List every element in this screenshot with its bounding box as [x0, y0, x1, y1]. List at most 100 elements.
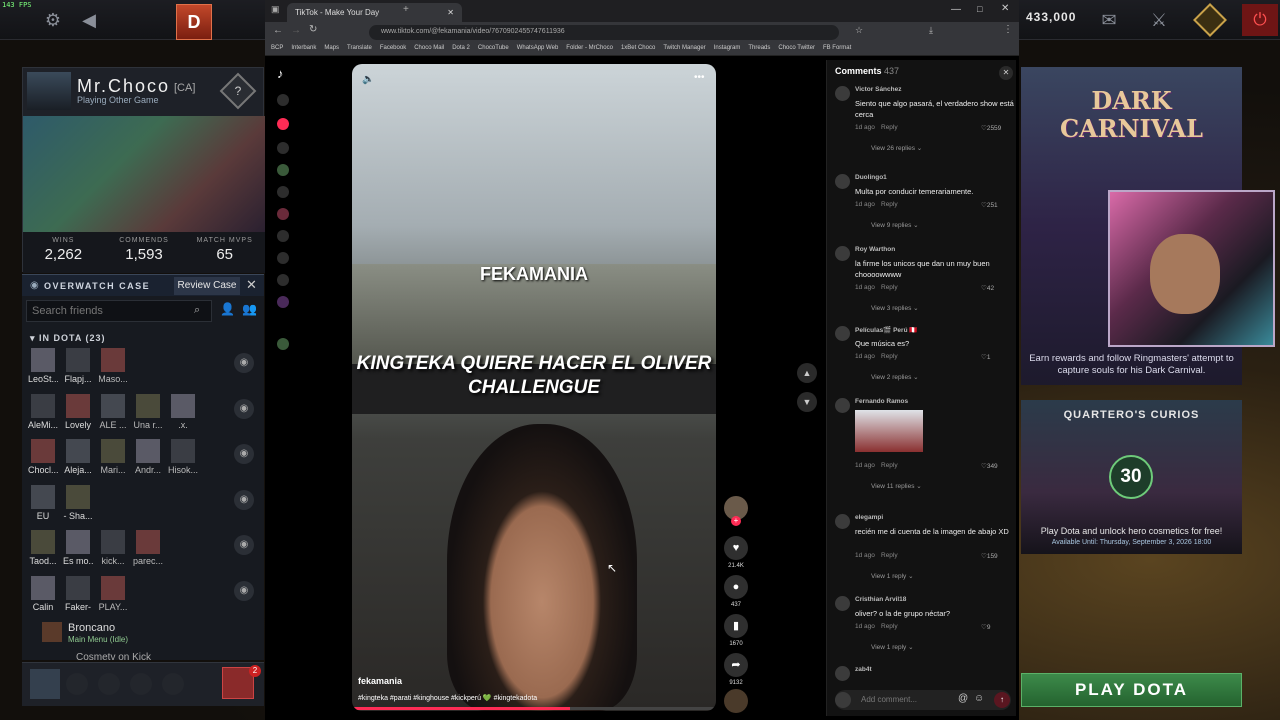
bookmark-item[interactable]: ChocoTube: [478, 45, 509, 51]
settings-gear-icon[interactable]: ⚙: [40, 7, 66, 33]
party-slot[interactable]: [130, 673, 152, 695]
heart-icon[interactable]: ♥: [724, 536, 748, 560]
play-dota-button[interactable]: PLAY DOTA: [1021, 673, 1242, 707]
comment-like-count[interactable]: ♡251: [981, 201, 998, 209]
eye-icon[interactable]: ◉: [234, 580, 254, 601]
bookmark-item[interactable]: Threads: [748, 45, 770, 51]
save-button[interactable]: ▮ 1670: [721, 614, 751, 647]
avatar[interactable]: [835, 246, 850, 261]
friend-cell[interactable]: Chocl...: [28, 439, 58, 475]
mail-icon[interactable]: ✉: [1096, 7, 1122, 33]
comment-like-count[interactable]: ♡42: [981, 284, 994, 292]
share-icon[interactable]: ➦: [724, 653, 748, 677]
friend-cell[interactable]: PLAY...: [98, 575, 128, 612]
friend-cell[interactable]: - Sha...: [63, 484, 93, 521]
friends-icon[interactable]: [277, 186, 289, 198]
video-username[interactable]: fekamania: [358, 676, 402, 686]
explore-icon[interactable]: [277, 142, 289, 154]
friend-cell[interactable]: LeoSt...: [28, 348, 58, 384]
friend-cell[interactable]: kick...: [98, 530, 128, 566]
add-friend-icon[interactable]: 👤: [220, 302, 235, 316]
search-icon[interactable]: [277, 94, 289, 106]
friend-cell[interactable]: .x.: [168, 393, 198, 430]
music-disc-icon[interactable]: [724, 689, 748, 713]
tab-menu-icon[interactable]: ▣: [271, 4, 280, 15]
star-icon[interactable]: ☆: [855, 25, 863, 36]
party-slot[interactable]: [162, 673, 184, 695]
live-icon[interactable]: [277, 208, 289, 220]
reload-icon[interactable]: ↻: [309, 24, 317, 35]
creator-avatar[interactable]: +: [721, 496, 751, 526]
close-icon[interactable]: ✕: [246, 277, 257, 293]
bookmark-item[interactable]: Instagram: [714, 45, 741, 51]
upload-icon[interactable]: [277, 274, 289, 286]
party-slot[interactable]: [98, 673, 120, 695]
add-comment-input[interactable]: Add comment...: [835, 690, 1011, 710]
bookmark-item[interactable]: Translate: [347, 45, 372, 51]
reply-button[interactable]: Reply: [881, 353, 898, 360]
friend-cell[interactable]: parec...: [133, 530, 163, 566]
reply-button[interactable]: Reply: [881, 124, 898, 131]
bookmark-item[interactable]: Twitch Manager: [663, 45, 705, 51]
eye-icon[interactable]: ◉: [234, 353, 254, 373]
friend-cell[interactable]: Andr...: [133, 439, 163, 475]
bookmark-item[interactable]: WhatsApp Web: [517, 45, 559, 51]
friend-cell[interactable]: Faker-: [63, 575, 93, 612]
view-replies-button[interactable]: View 3 replies ⌄: [871, 304, 919, 312]
new-tab-icon[interactable]: +: [403, 4, 409, 15]
bookmark-item[interactable]: Facebook: [380, 45, 406, 51]
reply-button[interactable]: Reply: [881, 462, 898, 469]
forward-icon[interactable]: →: [291, 25, 301, 36]
friend-cell[interactable]: Aleja...: [63, 439, 93, 475]
friend-cell[interactable]: Maso...: [98, 348, 128, 384]
rank-medal-icon[interactable]: ?: [219, 72, 257, 110]
mention-icon[interactable]: @: [958, 693, 968, 704]
reply-button[interactable]: Reply: [881, 623, 898, 630]
activity-icon[interactable]: [277, 252, 289, 264]
reply-button[interactable]: Reply: [881, 552, 898, 559]
avatar[interactable]: [835, 398, 850, 413]
review-case-button[interactable]: Review Case: [174, 277, 240, 295]
comment-user[interactable]: Victor Sánchez: [855, 86, 901, 93]
close-icon[interactable]: ✕: [999, 66, 1013, 80]
search-icon[interactable]: ⌕: [194, 304, 200, 317]
friend-cell[interactable]: AleMi...: [28, 393, 58, 430]
comment-user[interactable]: Cristhian Arvil18: [855, 596, 906, 603]
comment-button[interactable]: ● 437: [721, 575, 751, 608]
bookmark-item[interactable]: Choco Mail: [414, 45, 444, 51]
dota-logo-icon[interactable]: D: [176, 4, 212, 40]
quarteros-curios-panel[interactable]: QUARTERO'S CURIOS 30 Play Dota and unloc…: [1021, 400, 1242, 554]
download-icon[interactable]: ⤓: [929, 25, 933, 36]
minimize-icon[interactable]: —: [951, 4, 961, 15]
maximize-icon[interactable]: □: [977, 4, 982, 14]
more-icon[interactable]: [277, 338, 289, 350]
view-replies-button[interactable]: View 11 replies ⌄: [871, 482, 922, 490]
friend-cell[interactable]: Mari...: [98, 439, 128, 475]
menu-icon[interactable]: ⋮: [1003, 24, 1013, 35]
volume-icon[interactable]: 🔈: [362, 74, 374, 85]
comment-user[interactable]: elegampi: [855, 514, 883, 521]
comment-like-count[interactable]: ♡9: [981, 623, 990, 631]
previous-video-icon[interactable]: ▲: [797, 363, 817, 383]
armory-icon[interactable]: ⚔: [1146, 7, 1172, 33]
party-avatar[interactable]: [30, 669, 60, 699]
comment-image[interactable]: [855, 410, 923, 452]
profile-card[interactable]: Mr.Choco [CA] Playing Other Game ? WINS 2…: [22, 67, 265, 273]
bookmark-icon[interactable]: ▮: [724, 614, 748, 638]
reply-button[interactable]: Reply: [881, 201, 898, 208]
friend-cell[interactable]: Hisok...: [168, 439, 198, 475]
party-slot[interactable]: [66, 673, 88, 695]
video-player[interactable]: 🔈 ••• FEKAMANIA KINGTEKA QUIERE HACER EL…: [352, 64, 716, 711]
comment-like-count[interactable]: ♡2559: [981, 124, 1001, 132]
close-window-icon[interactable]: ✕: [1001, 3, 1009, 14]
friend-cell[interactable]: Taod...: [28, 530, 58, 566]
bookmark-item[interactable]: Maps: [324, 45, 339, 51]
share-button[interactable]: ➦ 9132: [721, 653, 751, 686]
comment-user[interactable]: Películas🎬 Perú 🇵🇪: [855, 326, 917, 334]
bookmark-item[interactable]: 1xBet Choco: [621, 45, 655, 51]
avatar[interactable]: [835, 666, 850, 681]
friend-cell[interactable]: Una r...: [133, 393, 163, 430]
eye-icon[interactable]: ◉: [234, 398, 254, 419]
friend-cell[interactable]: Calin: [28, 575, 58, 612]
home-icon[interactable]: [277, 118, 289, 130]
